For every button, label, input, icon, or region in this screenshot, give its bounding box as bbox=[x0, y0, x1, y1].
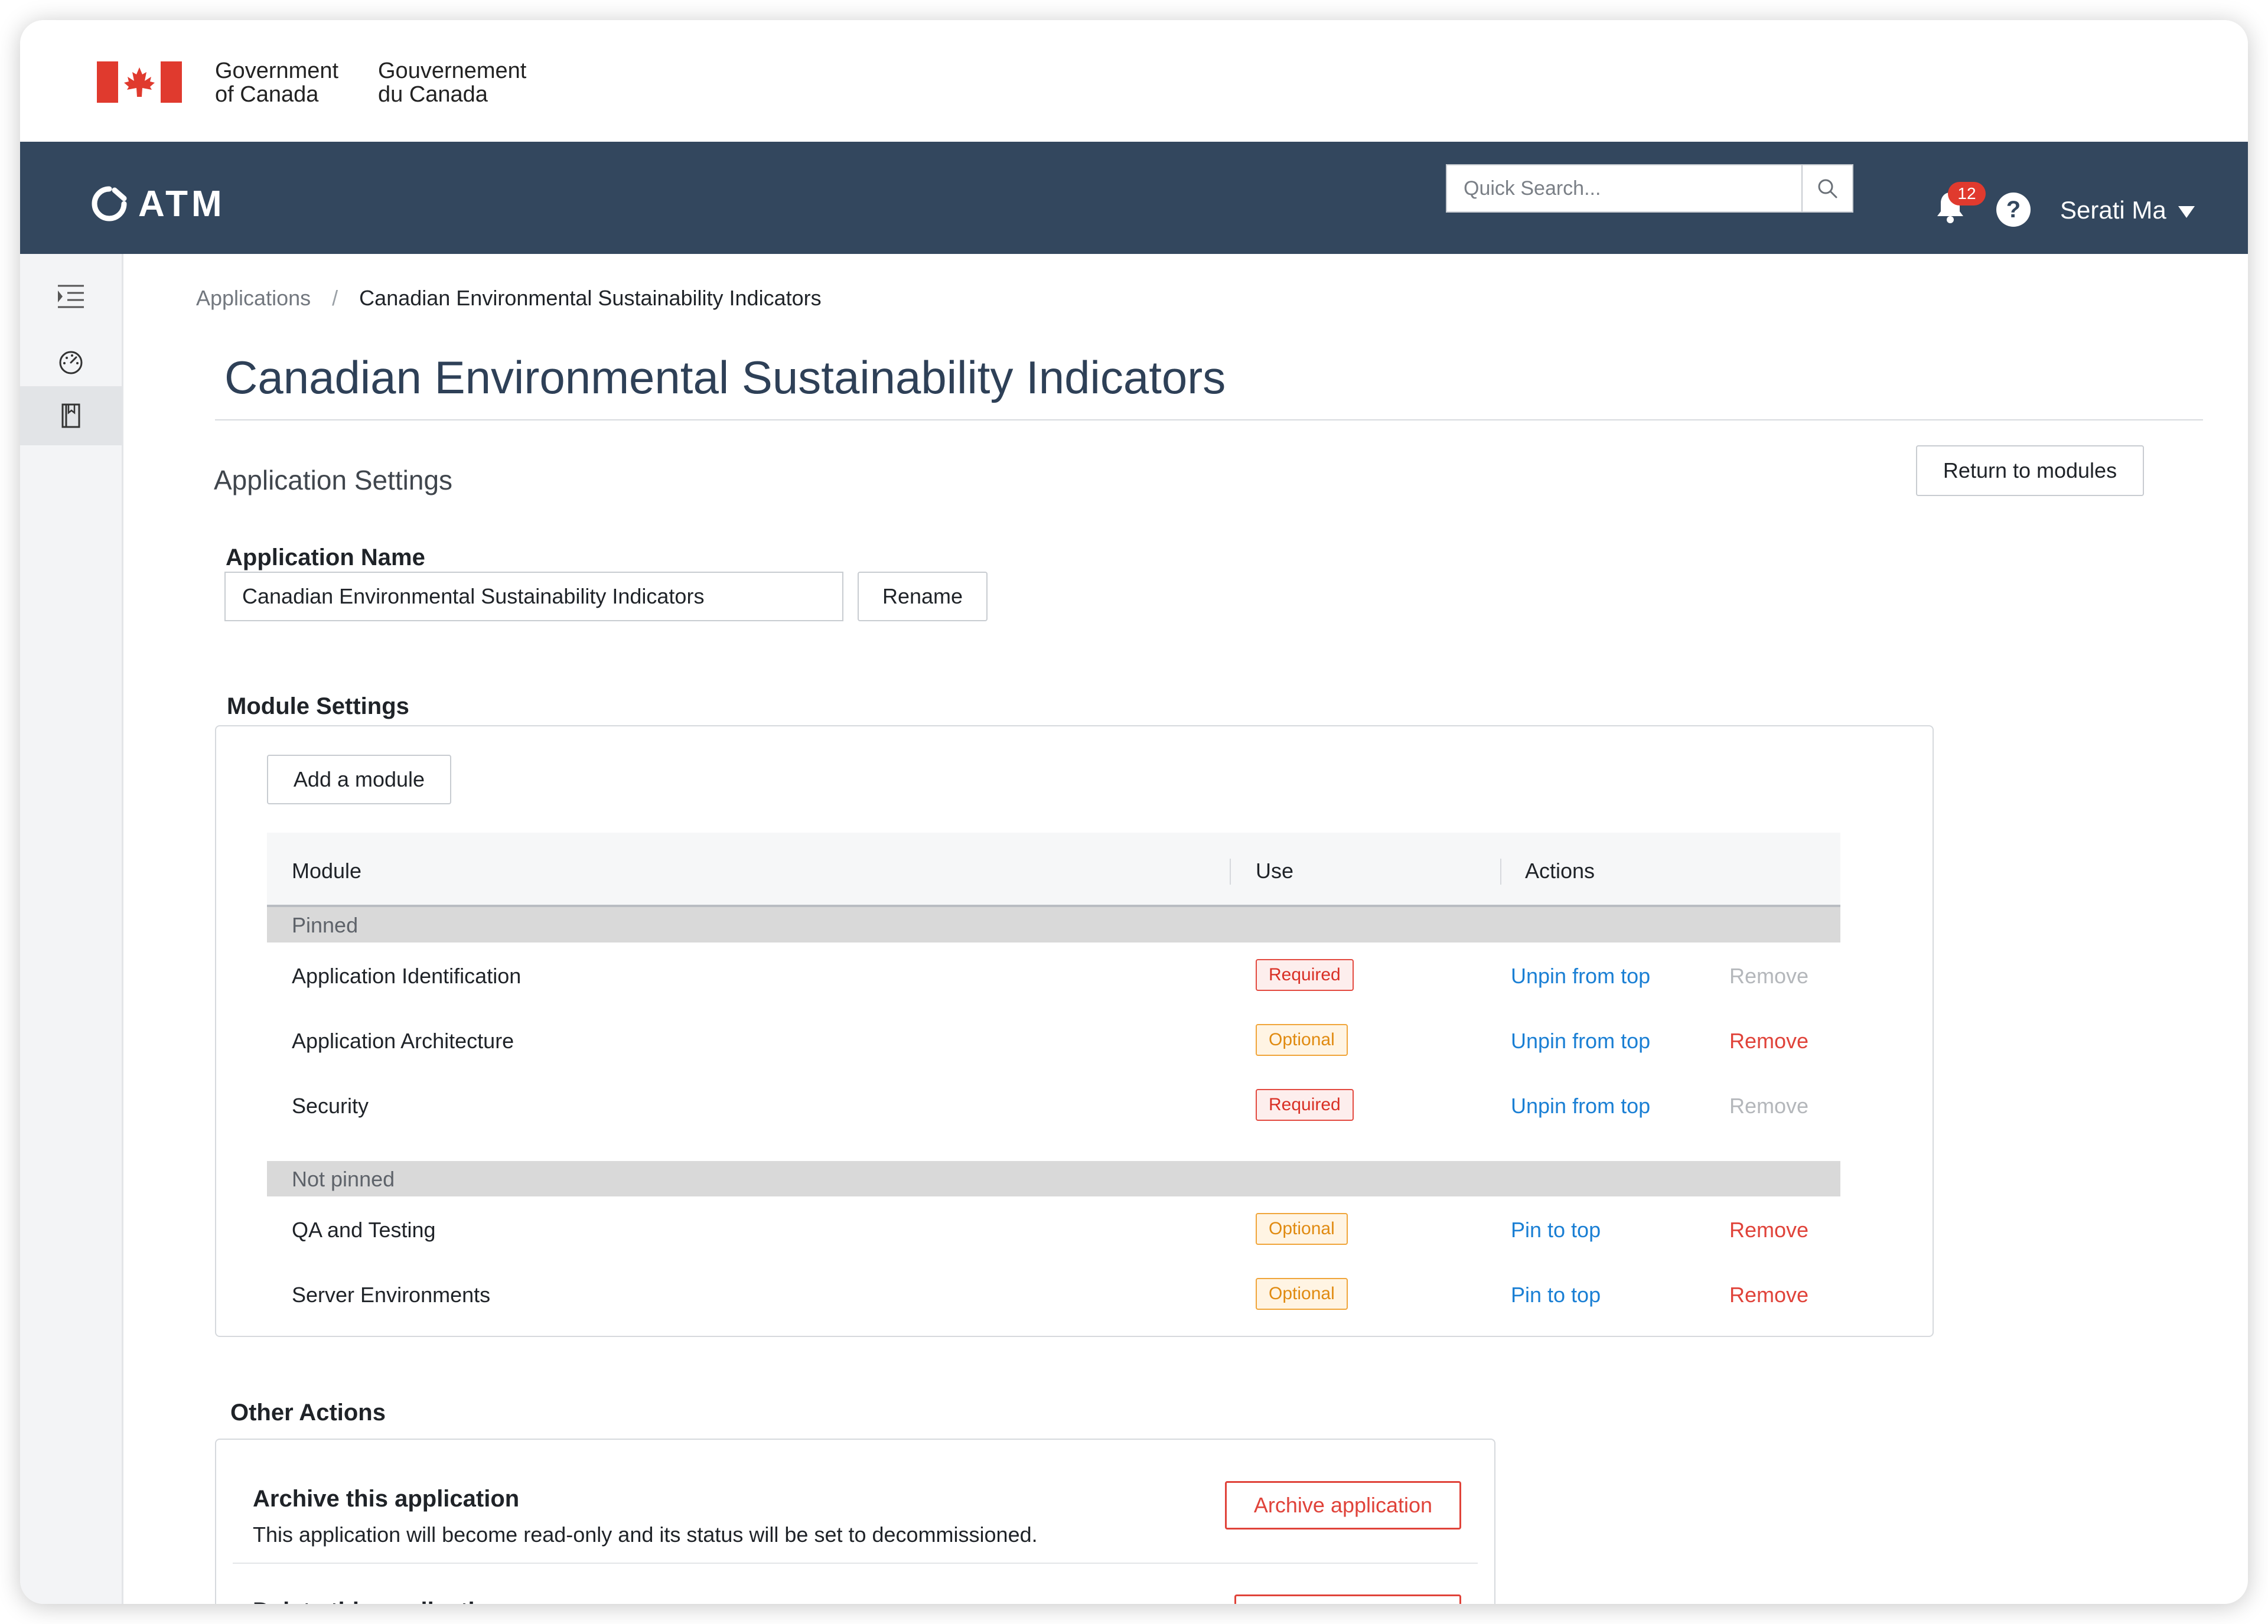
module-name: Application Architecture bbox=[292, 1029, 514, 1053]
use-badge-optional: Optional bbox=[1256, 1278, 1348, 1310]
module-name: Application Identification bbox=[292, 964, 522, 988]
help-icon[interactable]: ? bbox=[1996, 193, 2031, 227]
atm-logo-icon bbox=[92, 186, 127, 221]
add-module-button[interactable]: Add a module bbox=[267, 755, 451, 804]
remove-link[interactable]: Remove bbox=[1729, 1218, 1808, 1243]
search-icon bbox=[1818, 179, 1837, 198]
user-menu[interactable]: Serati Ma bbox=[2060, 196, 2195, 224]
column-header-module: Module bbox=[292, 859, 362, 883]
group-row-pinned: Pinned bbox=[267, 907, 1840, 943]
group-row-not-pinned: Not pinned bbox=[267, 1161, 1840, 1196]
column-header-use: Use bbox=[1256, 859, 1294, 883]
quick-search-input[interactable] bbox=[1447, 165, 1804, 211]
menu-collapse-icon bbox=[58, 285, 84, 308]
table-row: QA and Testing Optional Pin to top Remov… bbox=[267, 1196, 1840, 1261]
unpin-from-top-link[interactable]: Unpin from top bbox=[1511, 964, 1650, 989]
section-title-application-settings: Application Settings bbox=[214, 465, 453, 495]
application-name-label: Application Name bbox=[226, 544, 425, 570]
table-row: Security Required Unpin from top Remove bbox=[267, 1072, 1840, 1137]
use-badge-optional: Optional bbox=[1256, 1213, 1348, 1245]
table-row: Server Environments Optional Pin to top … bbox=[267, 1261, 1840, 1326]
atm-logo-text: ATM bbox=[138, 183, 226, 224]
remove-link-disabled: Remove bbox=[1729, 964, 1809, 988]
other-actions-divider bbox=[233, 1563, 1478, 1564]
pin-to-top-link[interactable]: Pin to top bbox=[1511, 1218, 1601, 1243]
atm-logo[interactable]: ATM bbox=[91, 183, 226, 224]
return-to-modules-button[interactable]: Return to modules bbox=[1916, 445, 2144, 496]
book-icon bbox=[61, 403, 80, 428]
dashboard-gauge-icon bbox=[59, 351, 83, 374]
search-button[interactable] bbox=[1801, 165, 1852, 211]
module-name: Server Environments bbox=[292, 1283, 491, 1307]
module-name: Security bbox=[292, 1094, 369, 1118]
delete-application-button[interactable] bbox=[1234, 1594, 1461, 1604]
use-badge-required: Required bbox=[1256, 959, 1354, 991]
rename-button[interactable]: Rename bbox=[858, 572, 988, 621]
use-badge-optional: Optional bbox=[1256, 1024, 1348, 1056]
quick-search bbox=[1446, 164, 1853, 213]
delete-title: Delete this application bbox=[253, 1598, 504, 1604]
module-name: QA and Testing bbox=[292, 1218, 436, 1242]
group-label: Pinned bbox=[292, 913, 359, 937]
archive-description: This application will become read-only a… bbox=[253, 1522, 1038, 1547]
archive-title: Archive this application bbox=[253, 1486, 520, 1512]
gov-en-line1: Government bbox=[215, 58, 339, 83]
gov-fr-line2: du Canada bbox=[378, 82, 488, 107]
table-row: Application Identification Required Unpi… bbox=[267, 943, 1840, 1007]
remove-link[interactable]: Remove bbox=[1729, 1283, 1808, 1307]
sidebar-item-dashboard[interactable] bbox=[20, 333, 122, 392]
archive-application-button[interactable]: Archive application bbox=[1225, 1481, 1461, 1530]
breadcrumb-current: Canadian Environmental Sustainability In… bbox=[359, 286, 822, 310]
unpin-from-top-link[interactable]: Unpin from top bbox=[1511, 1029, 1650, 1054]
use-badge-required: Required bbox=[1256, 1089, 1354, 1121]
sidebar-menu-toggle[interactable] bbox=[20, 267, 122, 326]
notification-badge: 12 bbox=[1948, 182, 1986, 206]
user-name: Serati Ma bbox=[2060, 196, 2166, 224]
other-actions-heading: Other Actions bbox=[230, 1400, 386, 1426]
application-name-input[interactable] bbox=[224, 572, 843, 621]
caret-down-icon bbox=[2178, 206, 2195, 218]
government-header: Government of Canada Gouvernement du Can… bbox=[20, 20, 2248, 142]
gov-fr-line1: Gouvernement bbox=[378, 58, 527, 83]
group-label: Not pinned bbox=[292, 1167, 395, 1191]
page-title: Canadian Environmental Sustainability In… bbox=[224, 351, 1226, 403]
sidebar bbox=[20, 254, 123, 1604]
app-navbar bbox=[20, 142, 2248, 254]
column-divider bbox=[1500, 859, 1501, 885]
column-header-actions: Actions bbox=[1525, 859, 1595, 883]
gouvernement-du-canada-label: Gouvernement du Canada bbox=[378, 59, 526, 106]
app-window: Government of Canada Gouvernement du Can… bbox=[20, 20, 2248, 1604]
column-divider bbox=[1230, 859, 1231, 885]
title-divider bbox=[215, 419, 2203, 420]
canada-flag-icon bbox=[97, 61, 182, 103]
module-table-header: Module Use Actions bbox=[267, 833, 1840, 907]
gov-en-line2: of Canada bbox=[215, 82, 319, 107]
remove-link-disabled: Remove bbox=[1729, 1094, 1809, 1118]
sidebar-item-applications[interactable] bbox=[20, 386, 122, 445]
breadcrumb: Applications / Canadian Environmental Su… bbox=[196, 286, 822, 311]
remove-link[interactable]: Remove bbox=[1729, 1029, 1808, 1054]
table-row: Application Architecture Optional Unpin … bbox=[267, 1007, 1840, 1072]
government-of-canada-label: Government of Canada bbox=[215, 59, 338, 106]
unpin-from-top-link[interactable]: Unpin from top bbox=[1511, 1094, 1650, 1118]
module-settings-heading: Module Settings bbox=[227, 693, 409, 719]
breadcrumb-applications[interactable]: Applications bbox=[196, 286, 311, 310]
breadcrumb-separator: / bbox=[332, 286, 338, 310]
pin-to-top-link[interactable]: Pin to top bbox=[1511, 1283, 1601, 1307]
